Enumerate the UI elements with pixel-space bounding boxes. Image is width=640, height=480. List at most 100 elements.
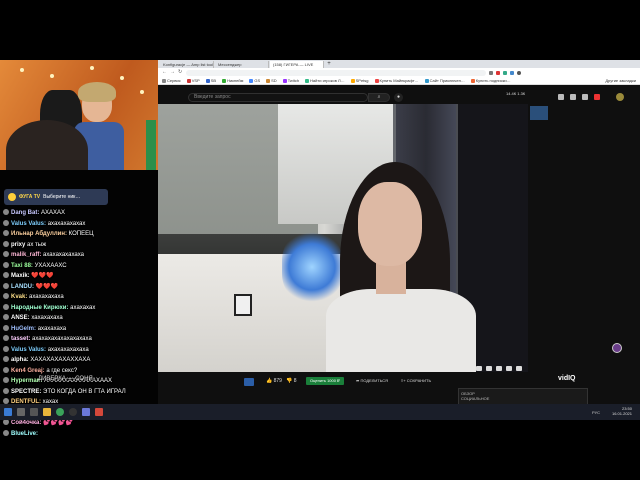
letterbox-top <box>0 0 640 60</box>
address-bar: ← → ↻ <box>158 68 640 77</box>
chat-text: ахахахахаха <box>29 294 64 300</box>
user-avatar-icon <box>3 230 9 236</box>
bookmark-item[interactable]: Никнейм <box>222 78 243 83</box>
bookmark-item[interactable]: Сервис <box>162 78 181 83</box>
bookmarks-bar: Сервис VSP SB Никнейм GS SD Twitch Найти… <box>158 77 640 85</box>
bookmark-item[interactable]: Найти игроков Л… <box>305 78 345 83</box>
extension-icon[interactable] <box>496 70 500 75</box>
bookmark-item[interactable]: Купить Майнкрафт… <box>374 78 419 83</box>
video-scene-blue-light <box>282 232 342 302</box>
chat-username: Ken4 Greaj: <box>11 367 45 374</box>
user-avatar-icon <box>3 293 9 299</box>
chat-username: Valus Valus: <box>11 346 47 353</box>
new-tab-icon[interactable]: + <box>325 61 333 68</box>
url-input[interactable] <box>186 69 486 76</box>
forward-icon[interactable]: → <box>170 70 175 75</box>
app-icon[interactable] <box>95 408 103 416</box>
chat-text: АХАХАХ <box>41 210 66 216</box>
apps-icon[interactable] <box>570 94 576 100</box>
explorer-icon[interactable] <box>43 408 51 416</box>
back-icon[interactable]: ← <box>162 70 167 75</box>
bookmark-item[interactable]: Купить подписки… <box>470 78 511 83</box>
subtitles-icon[interactable] <box>476 366 482 371</box>
clock[interactable]: 23:50 16.01.2021 <box>612 406 632 416</box>
vidiq-row[interactable]: СОЦИАЛЬНОЕ <box>461 396 585 401</box>
chat-text: ахахахахахахахахаха <box>32 336 92 342</box>
browser-tab[interactable]: Konfiguracje — Amp list tools <box>160 61 214 68</box>
search-icon[interactable] <box>17 408 25 416</box>
browser-tab[interactable]: Мессенджер <box>215 61 269 68</box>
notifications-icon[interactable] <box>582 94 588 100</box>
player-controls <box>476 366 522 371</box>
chat-message: Valus Valus: ахахахахахаха <box>3 345 158 356</box>
avatar[interactable] <box>616 93 624 101</box>
vidiq-logo: vidIQ <box>558 375 576 382</box>
save-button[interactable]: ≡+ СОХРАНИТЬ <box>401 378 431 383</box>
settings-icon[interactable] <box>486 366 492 371</box>
chat-text: КОПЕЕЦ <box>68 231 94 237</box>
chat-username: Maxik: <box>11 273 30 279</box>
chat-text: ❤️❤️❤️ <box>35 283 59 290</box>
obs-icon[interactable] <box>69 408 77 416</box>
create-icon[interactable] <box>558 94 564 100</box>
chat-text: ХАХАХАХАХАХХАХА <box>30 357 91 363</box>
fullscreen-icon[interactable] <box>516 366 522 371</box>
bookmark-item[interactable]: Сайт Приключен… <box>424 78 465 83</box>
extension-icon[interactable] <box>510 70 514 75</box>
user-avatar-icon <box>3 366 9 373</box>
bookmark-item[interactable]: GS <box>249 78 260 83</box>
share-button[interactable]: ➦ ПОДЕЛИТЬСЯ <box>356 378 388 383</box>
string-light-icon <box>20 68 24 72</box>
profile-icon[interactable] <box>517 70 521 75</box>
chat-message: ANSE: хахахахаха <box>3 313 158 324</box>
language-indicator[interactable]: РУС <box>592 410 600 415</box>
chat-avatar-icon[interactable] <box>612 343 622 353</box>
chat-message: HuGelm: ахахахаха <box>3 324 158 335</box>
chat-message: Kvak: ахахахахаха <box>3 292 158 303</box>
extension-icon[interactable] <box>503 70 507 75</box>
other-bookmarks[interactable]: Другие закладки <box>605 78 636 83</box>
video-scene-person-shirt <box>326 289 476 372</box>
bell-icon[interactable] <box>594 94 600 100</box>
bookmark-item[interactable]: SB <box>205 78 216 83</box>
chat-message: SPECTRE: ЭТО КОГДА ОН В ГТА ИГРАЛ <box>3 387 158 398</box>
bookmark-item[interactable]: SD <box>266 78 277 83</box>
search-icon[interactable]: ⌕ <box>368 93 390 102</box>
chat-username: BlueLive: <box>11 430 39 437</box>
video-scene-person-face <box>358 182 422 266</box>
chat-header: ФУГА TV Выберите ник… <box>4 189 108 205</box>
user-avatar-icon <box>3 251 9 257</box>
chat-username: Народные Кирюхи: <box>11 304 69 311</box>
bookmark-item[interactable]: VSP <box>186 78 200 83</box>
bookmark-item[interactable]: SPetsg <box>350 78 369 83</box>
theater-icon[interactable] <box>506 366 512 371</box>
channel-icon[interactable] <box>244 378 254 386</box>
search-input[interactable]: Введите запрос <box>188 93 368 102</box>
chat-text: ахахахах <box>70 304 96 311</box>
discord-icon[interactable] <box>82 408 90 416</box>
mic-icon[interactable]: ● <box>394 93 403 102</box>
chat-text: ЭТО КОГДА ОН В ГТА ИГРАЛ <box>43 388 126 395</box>
bookmark-item[interactable]: Twitch <box>282 78 299 83</box>
tab-bar: Konfiguracje — Amp list tools Мессенджер… <box>158 60 640 68</box>
extension-icon[interactable] <box>489 70 493 75</box>
chat-text: ❤️❤️❤️ <box>31 273 54 279</box>
taskview-icon[interactable] <box>30 408 38 416</box>
chat-message: LANDU: ❤️❤️❤️ <box>3 282 158 293</box>
chrome-icon[interactable] <box>56 408 64 416</box>
chat-text: ахахахаха <box>37 325 67 332</box>
donate-button[interactable]: Оценить 1000 ₽ <box>306 377 344 385</box>
streamer-hair <box>78 82 116 102</box>
user-avatar-icon <box>3 429 9 436</box>
user-avatar-icon <box>3 335 9 341</box>
string-light-icon <box>120 76 124 80</box>
browser-tab-active[interactable]: (158) ГИГЕРА — LIVE <box>270 61 324 68</box>
chat-username: HuGelm: <box>11 325 37 332</box>
start-icon[interactable] <box>4 408 12 416</box>
like-button[interactable]: 👍 879 👎 8 <box>266 378 297 384</box>
video-player[interactable] <box>158 104 528 372</box>
overlay-caption: ДИВЕРКА — СОНЯ <box>38 376 93 382</box>
reload-icon[interactable]: ↻ <box>178 70 183 75</box>
miniplayer-icon[interactable] <box>496 366 502 371</box>
chat-username: Taxi 88: <box>11 262 33 269</box>
